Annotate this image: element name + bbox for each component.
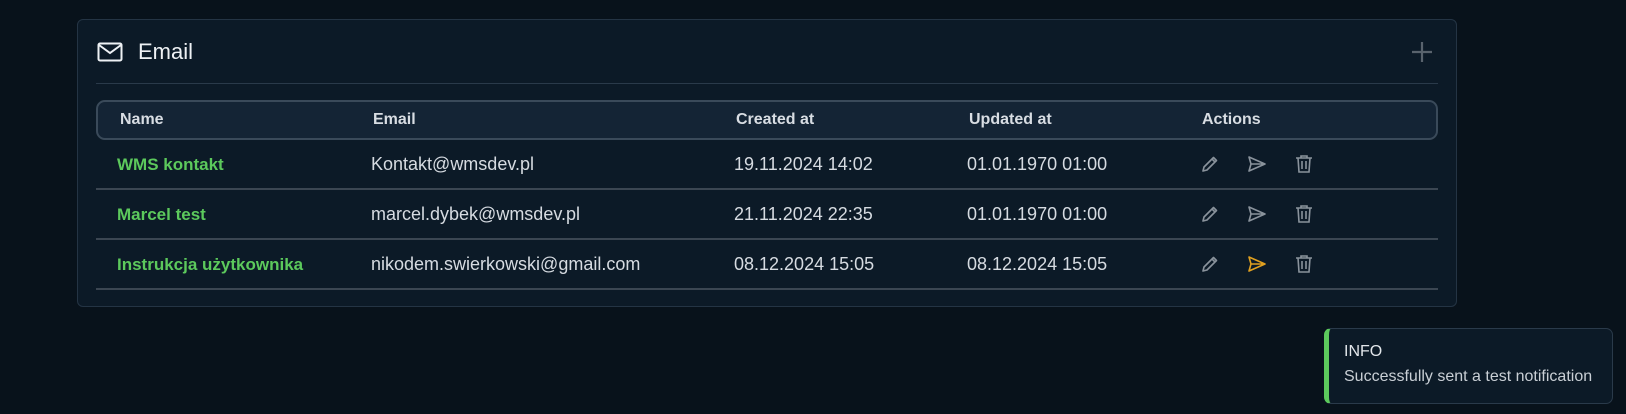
row-email: nikodem.swierkowski@gmail.com [371,253,641,274]
send-icon[interactable] [1247,204,1267,224]
header-created-at: Created at [736,111,815,128]
row-created-at: 08.12.2024 15:05 [734,253,875,274]
row-name-link[interactable]: WMS kontakt [117,155,224,174]
pencil-icon[interactable] [1200,204,1220,224]
table-row: Marcel test marcel.dybek@wmsdev.pl 21.11… [96,190,1438,240]
send-icon[interactable] [1247,254,1267,274]
row-email: Kontakt@wmsdev.pl [371,153,535,174]
email-table: Name Email Created at Updated at Actions… [96,100,1438,290]
row-updated-at: 01.01.1970 01:00 [967,153,1108,174]
toast-title: INFO [1344,343,1383,360]
trash-icon[interactable] [1294,204,1314,224]
notification-toast: INFO Successfully sent a test notificati… [1324,328,1613,404]
trash-icon[interactable] [1294,154,1314,174]
email-card: Email Name Email Created at Updated at A… [77,19,1457,307]
row-updated-at: 01.01.1970 01:00 [967,203,1108,224]
send-icon[interactable] [1247,154,1267,174]
card-header: Email [96,20,1438,84]
header-actions: Actions [1202,111,1261,128]
row-email: marcel.dybek@wmsdev.pl [371,203,581,224]
toast-message: Successfully sent a test notification [1344,368,1593,385]
pencil-icon[interactable] [1200,254,1220,274]
row-updated-at: 08.12.2024 15:05 [967,253,1108,274]
table-header: Name Email Created at Updated at Actions [96,100,1438,140]
pencil-icon[interactable] [1200,154,1220,174]
row-created-at: 21.11.2024 22:35 [734,203,873,224]
table-row: WMS kontakt Kontakt@wmsdev.pl 19.11.2024… [96,140,1438,190]
header-email: Email [373,111,416,128]
row-actions [1200,204,1438,224]
card-title: Email [138,38,194,64]
row-name-link[interactable]: Instrukcja użytkownika [117,255,303,274]
header-updated-at: Updated at [969,111,1052,128]
row-actions [1200,154,1438,174]
row-created-at: 19.11.2024 14:02 [734,153,873,174]
table-row: Instrukcja użytkownika nikodem.swierkows… [96,240,1438,290]
trash-icon[interactable] [1294,254,1314,274]
mail-icon [96,38,124,66]
row-name-link[interactable]: Marcel test [117,205,206,224]
row-actions [1200,254,1438,274]
header-name: Name [120,111,164,128]
plus-icon [1412,41,1432,62]
add-email-button[interactable] [1406,36,1438,68]
